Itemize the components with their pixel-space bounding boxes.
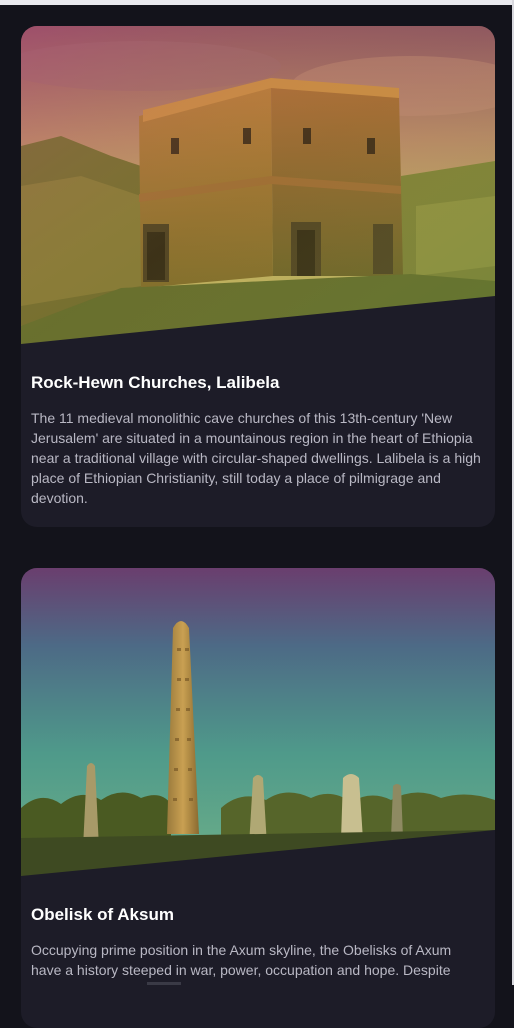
card-title: Rock-Hewn Churches, Lalibela [31, 373, 280, 392]
site-card-aksum[interactable]: Obelisk of Aksum Occupying prime positio… [21, 568, 495, 1028]
site-card-lalibela[interactable]: Rock-Hewn Churches, Lalibela The 11 medi… [21, 26, 495, 527]
browser-top-edge [0, 0, 514, 5]
card-image-lalibela [21, 26, 495, 346]
card-title: Obelisk of Aksum [31, 905, 174, 924]
card-description: Occupying prime position in the Axum sky… [31, 942, 452, 978]
rock-hewn-church-photo [21, 26, 495, 346]
obelisk-photo [21, 568, 495, 878]
card-image-aksum [21, 568, 495, 878]
card-description: The 11 medieval monolithic cave churches… [31, 410, 481, 506]
